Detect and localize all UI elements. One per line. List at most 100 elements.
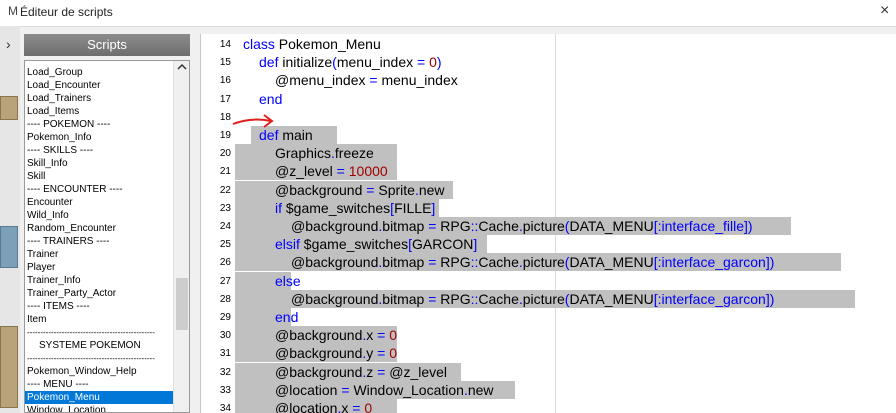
background-window-letter: M	[8, 4, 18, 18]
code-token: ])	[765, 254, 775, 271]
script-list-item[interactable]: Wild_Info	[25, 209, 173, 222]
line-number: 17	[219, 93, 231, 105]
code-token: Pokemon_Menu	[278, 36, 381, 52]
code-line[interactable]: 30 @background.x = 0	[201, 326, 896, 345]
code-line[interactable]: 27 else	[201, 271, 896, 290]
code-token: new	[418, 181, 445, 198]
close-icon[interactable]: ×	[880, 2, 889, 20]
code-token: ])	[765, 290, 775, 307]
code-token: 10000	[348, 163, 388, 180]
code-line[interactable]: 20 Graphics.freeze	[201, 144, 896, 163]
code-token: DATA_MENU	[569, 290, 654, 307]
code-line[interactable]: 31 @background.y = 0	[201, 344, 896, 363]
code-token: def	[259, 54, 283, 71]
code-line[interactable]: 32 @background.z = @z_level	[201, 362, 896, 381]
code-line[interactable]: 14 class Pokemon_Menu	[201, 35, 896, 53]
script-list-item[interactable]: Load_Group	[25, 66, 173, 79]
code-line[interactable]: 34 @location.x = 0	[201, 399, 896, 413]
code-token: end	[275, 309, 299, 325]
script-list-item[interactable]: ---- ITEMS ----	[25, 300, 173, 313]
scripts-list-scrollbar[interactable]	[173, 61, 189, 412]
script-list-item[interactable]: ---- SKILLS ----	[25, 144, 173, 157]
code-token: @background	[291, 218, 379, 234]
code-line[interactable]: 19 def main	[201, 126, 896, 144]
script-list-item[interactable]: Load_Encounter	[25, 79, 173, 92]
code-line[interactable]: 26 @background.bitmap = RPG::Cache.pictur…	[201, 253, 896, 272]
line-number: 24	[219, 221, 231, 232]
background-chevron-icon: ›	[6, 36, 11, 52]
line-number: 29	[219, 312, 231, 323]
code-line[interactable]: 33 @location = Window_Location.new	[201, 380, 896, 399]
window-title: Éditeur de scripts	[20, 5, 113, 19]
code-token: )	[436, 54, 442, 71]
code-token: ])	[744, 218, 753, 234]
code-line[interactable]: 18	[201, 108, 896, 126]
code-token: @z_level	[275, 163, 333, 180]
code-token: @menu_index	[275, 72, 366, 89]
script-list-item[interactable]: ---- ENCOUNTER ----	[25, 183, 173, 196]
line-number: 30	[219, 330, 231, 342]
code-token: Graphics	[275, 145, 332, 162]
chevron-up-icon[interactable]	[174, 63, 189, 77]
code-line[interactable]: 16 @menu_index = menu_index	[201, 71, 896, 89]
code-line[interactable]: 29 end	[201, 308, 896, 326]
code-token: RPG	[440, 218, 471, 234]
code-token: @background	[275, 345, 363, 362]
script-list-item[interactable]: ---- TRAINERS ----	[25, 235, 173, 248]
code-token: =	[332, 163, 349, 180]
script-list-item[interactable]: Pokemon_Info	[25, 131, 173, 144]
code-token: initialize	[282, 54, 333, 71]
code-line[interactable]: 24 @background.bitmap = RPG::Cache.pictur…	[201, 217, 896, 235]
code-line[interactable]: 25 elsif $game_switches[GARCON]	[201, 235, 896, 254]
script-list-item[interactable]: Encounter	[25, 196, 173, 209]
line-number: 23	[219, 202, 231, 214]
code-line[interactable]: 15 def initialize(menu_index = 0)	[201, 53, 896, 71]
script-list-item[interactable]: Trainer	[25, 248, 173, 261]
code-token: =	[337, 381, 354, 398]
code-line[interactable]: 17 end	[201, 90, 896, 108]
line-number: 26	[219, 257, 231, 269]
line-number: 22	[219, 184, 231, 196]
code-token: Window_Location	[353, 381, 464, 398]
code-token: else	[275, 272, 301, 289]
code-text: @background.z = @z_level	[275, 364, 447, 380]
code-token: Cache	[478, 254, 519, 271]
line-number: 16	[219, 75, 231, 87]
code-token: RPG	[440, 254, 471, 271]
script-list-item[interactable]: Load_Items	[25, 105, 173, 118]
script-list-item[interactable]: Random_Encounter	[25, 222, 173, 235]
script-list-item[interactable]: Skill_Info	[25, 157, 173, 170]
script-list-item[interactable]: Trainer_Party_Actor	[25, 287, 173, 300]
script-list-item[interactable]: SYSTEME POKEMON	[25, 339, 173, 352]
script-list-item[interactable]: Trainer_Info	[25, 274, 173, 287]
code-token: 0	[429, 54, 437, 71]
script-list-item[interactable]: Pokemon_Menu	[25, 391, 173, 404]
code-line[interactable]: 28 @background.bitmap = RPG::Cache.pictur…	[201, 289, 896, 308]
code-text: Graphics.freeze	[275, 145, 374, 161]
script-list-item[interactable]: Load_Trainers	[25, 92, 173, 105]
script-list-item[interactable]: ----------------------------------------…	[25, 352, 173, 365]
script-list-item[interactable]: Window_Location	[25, 404, 173, 412]
code-line[interactable]: 21 @z_level = 10000	[201, 162, 896, 181]
code-line[interactable]: 23 if $game_switches[FILLE]	[201, 198, 896, 217]
script-list-item[interactable]: Player	[25, 261, 173, 274]
script-list-item[interactable]: ----------------------------------------…	[25, 326, 173, 339]
code-text: @menu_index = menu_index	[275, 72, 458, 88]
code-token: Sprite	[378, 181, 415, 198]
code-token: =	[424, 218, 441, 234]
code-token: =	[373, 327, 390, 344]
code-text: end	[259, 91, 282, 107]
script-list-item[interactable]: ---- POKEMON ----	[25, 118, 173, 131]
script-list-item[interactable]: Skill	[25, 170, 173, 183]
code-text: elsif $game_switches[GARCON]	[275, 236, 477, 252]
scrollbar-thumb[interactable]	[176, 278, 188, 330]
code-token: menu_index	[381, 72, 458, 89]
code-line[interactable]: 22 @background = Sprite.new	[201, 180, 896, 199]
script-list-item[interactable]: Item	[25, 313, 173, 326]
scripts-list[interactable]: Load_Group Load_Encounter Load_Trainers Loa…	[24, 60, 190, 413]
background-tile-icon	[0, 96, 18, 120]
script-list-item[interactable]: ---- MENU ----	[25, 378, 173, 391]
script-list-item[interactable]: Pokemon_Window_Help	[25, 365, 173, 378]
code-token: @background	[291, 254, 379, 271]
code-editor[interactable]: 14 class Pokemon_Menu 15 def initialize(men…	[200, 34, 896, 413]
